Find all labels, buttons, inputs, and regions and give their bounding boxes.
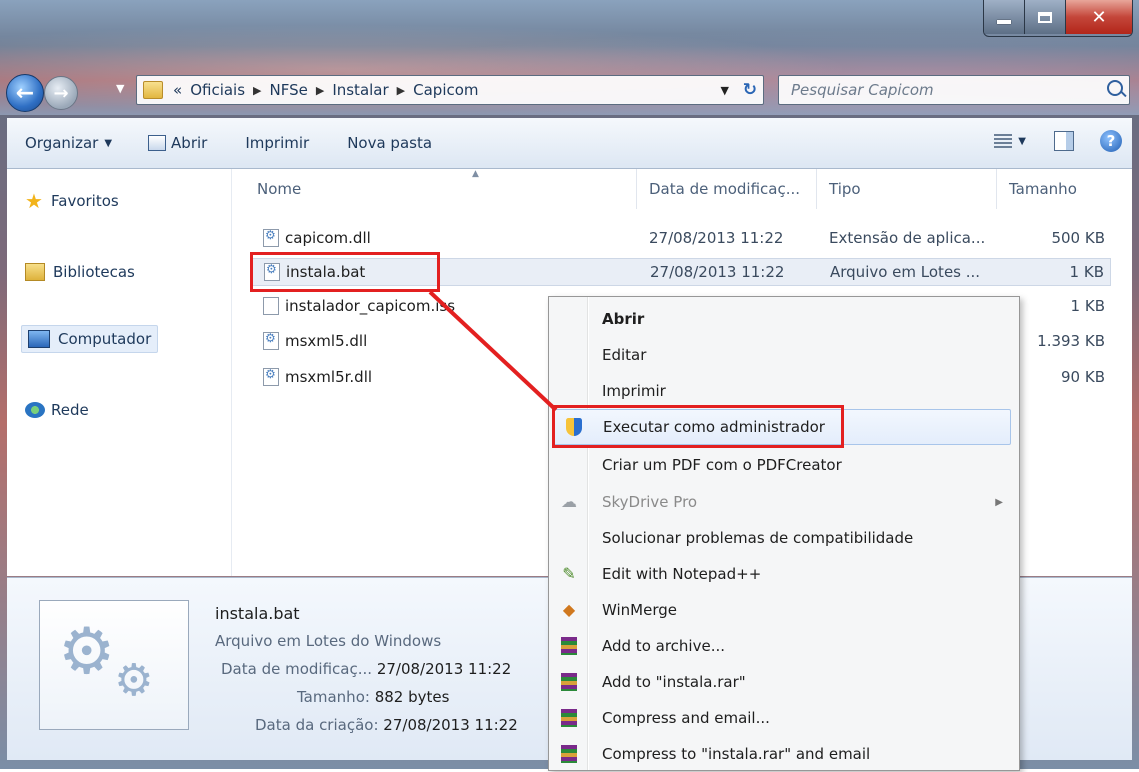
- annotation-arrow: [428, 290, 558, 412]
- window-frame: ✕ ← → ▼ « Oficiais ▶ NFSe ▶ Instalar ▶ C…: [0, 0, 1139, 771]
